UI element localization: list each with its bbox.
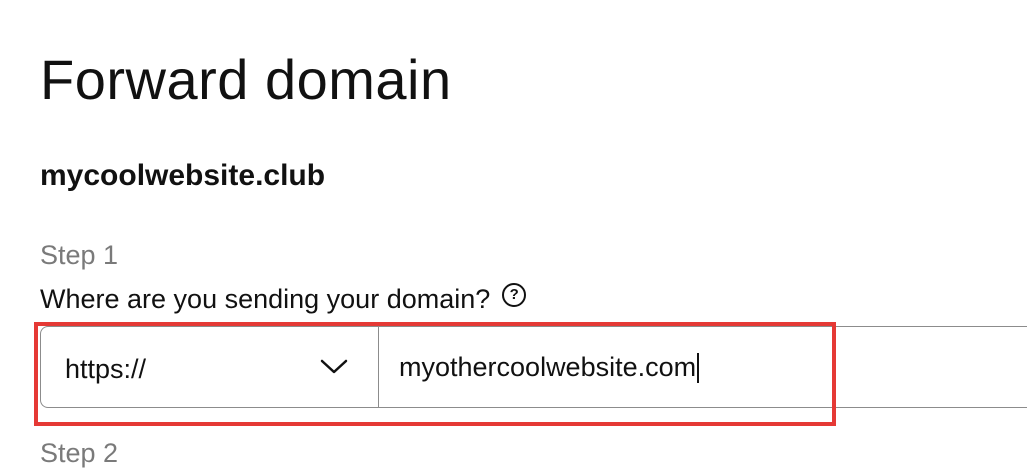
domain-name: mycoolwebsite.club [40,159,326,192]
protocol-selected-value: https:// [65,353,147,384]
chevron-down-icon [320,359,348,374]
step-1-label: Step 1 [40,240,119,270]
destination-url-input[interactable]: myothercoolwebsite.com [379,327,1027,407]
destination-question-text: Where are you sending your domain? [40,284,491,314]
text-cursor [697,353,700,383]
protocol-select[interactable]: https:// [41,327,379,407]
forwarding-destination-field: https:// myothercoolwebsite.com [40,326,1027,408]
question-circle-icon[interactable]: ? [502,282,527,307]
destination-url-value: myothercoolwebsite.com [399,351,697,382]
destination-question: Where are you sending your domain? ? [40,282,527,314]
page-title: Forward domain [40,48,452,111]
